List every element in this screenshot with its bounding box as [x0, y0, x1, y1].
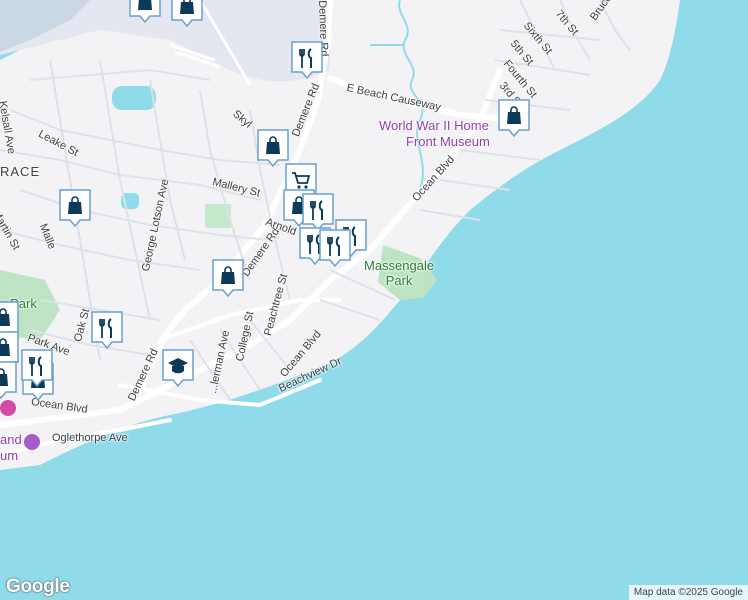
- museum-icon[interactable]: [24, 434, 40, 450]
- poi-pin-restaurant[interactable]: [90, 310, 124, 350]
- street-label-oglethorpe: Oglethorpe Ave: [52, 432, 128, 444]
- poi-label-museum-line1: World War II Home: [379, 118, 489, 133]
- poi-label-massengale-park[interactable]: Massengale Park: [364, 258, 434, 288]
- poi-pin-shop[interactable]: [128, 0, 162, 24]
- poi-pin-shop[interactable]: [170, 0, 204, 28]
- poi-pin-shop[interactable]: [497, 98, 531, 138]
- google-logo: Google: [6, 576, 70, 597]
- neighborhood-label: RACE: [0, 164, 41, 179]
- camera-icon[interactable]: [0, 400, 16, 416]
- poi-label-museum-line2: Front Museum: [406, 134, 490, 149]
- poi-pin-school[interactable]: [161, 348, 195, 388]
- poi-label-island-museum-line2: um: [0, 448, 19, 463]
- shopping-bag-icon: [180, 0, 194, 14]
- pond: [112, 86, 156, 110]
- poi-pin-cluster[interactable]: [0, 360, 18, 400]
- poi-label-island-museum-line1: and: [0, 432, 22, 447]
- poi-pin-shop[interactable]: [58, 188, 92, 228]
- poi-label-museum[interactable]: World War II Home Front Museum: [378, 118, 490, 150]
- map-attribution[interactable]: Map data ©2025 Google: [628, 585, 748, 600]
- poi-pin-restaurant[interactable]: [290, 40, 324, 80]
- poi-label-island-museum[interactable]: and um: [0, 432, 22, 464]
- shopping-bag-icon: [138, 0, 152, 10]
- park-label-line1: Massengale: [364, 258, 435, 273]
- poi-pin-restaurant[interactable]: [318, 228, 352, 268]
- park-label-line2: Park: [385, 273, 413, 288]
- poi-pin-shop[interactable]: [211, 258, 245, 298]
- poi-pin-restaurant[interactable]: [20, 348, 54, 388]
